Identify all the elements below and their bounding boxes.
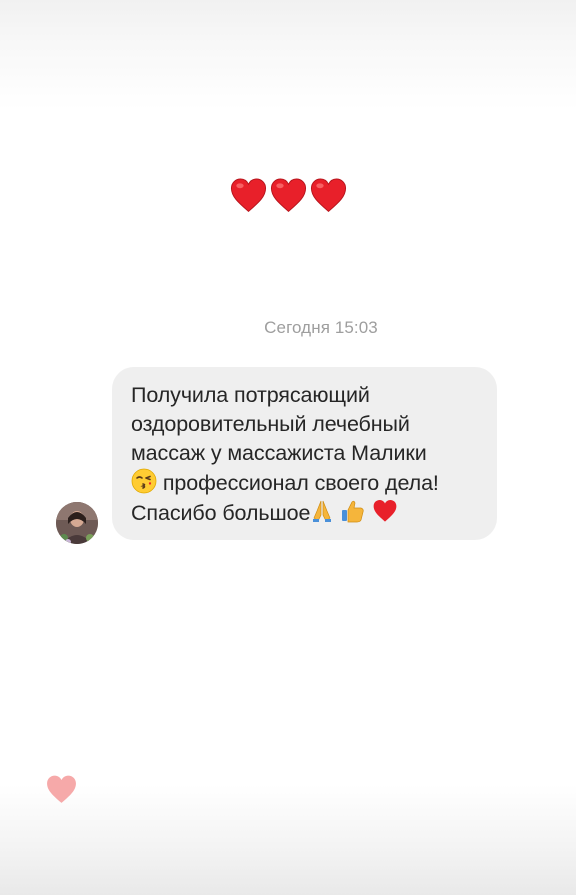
message-timestamp: Сегодня 15:03 <box>264 318 378 337</box>
red-heart-icon <box>230 178 267 212</box>
top-gradient <box>0 0 576 110</box>
message-line: оздоровительный лечебный <box>131 412 410 436</box>
message-line: Спасибо большое <box>131 498 483 528</box>
message-line: Получила потрясающий <box>131 383 370 407</box>
message-line-text: Спасибо большое <box>131 501 311 525</box>
folded-hands-icon <box>313 500 332 522</box>
message-line: профессионал своего дела! <box>131 468 483 498</box>
red-heart-icon <box>373 500 397 522</box>
message-line: массаж у массажиста Малики <box>131 441 427 465</box>
hearts-reaction <box>229 176 348 215</box>
thumbs-up-icon <box>342 500 364 523</box>
kissing-face-icon <box>131 468 157 494</box>
red-heart-icon <box>310 178 347 212</box>
message-text: Получила потрясающий оздоровительный леч… <box>131 381 483 528</box>
bottom-gradient <box>0 785 576 895</box>
avatar-photo <box>56 502 98 544</box>
like-heart-icon[interactable] <box>45 773 78 806</box>
avatar[interactable] <box>56 502 98 544</box>
red-heart-icon <box>270 178 307 212</box>
message-line-text: профессионал своего дела! <box>162 471 439 495</box>
message-bubble[interactable]: Получила потрясающий оздоровительный леч… <box>112 367 497 540</box>
